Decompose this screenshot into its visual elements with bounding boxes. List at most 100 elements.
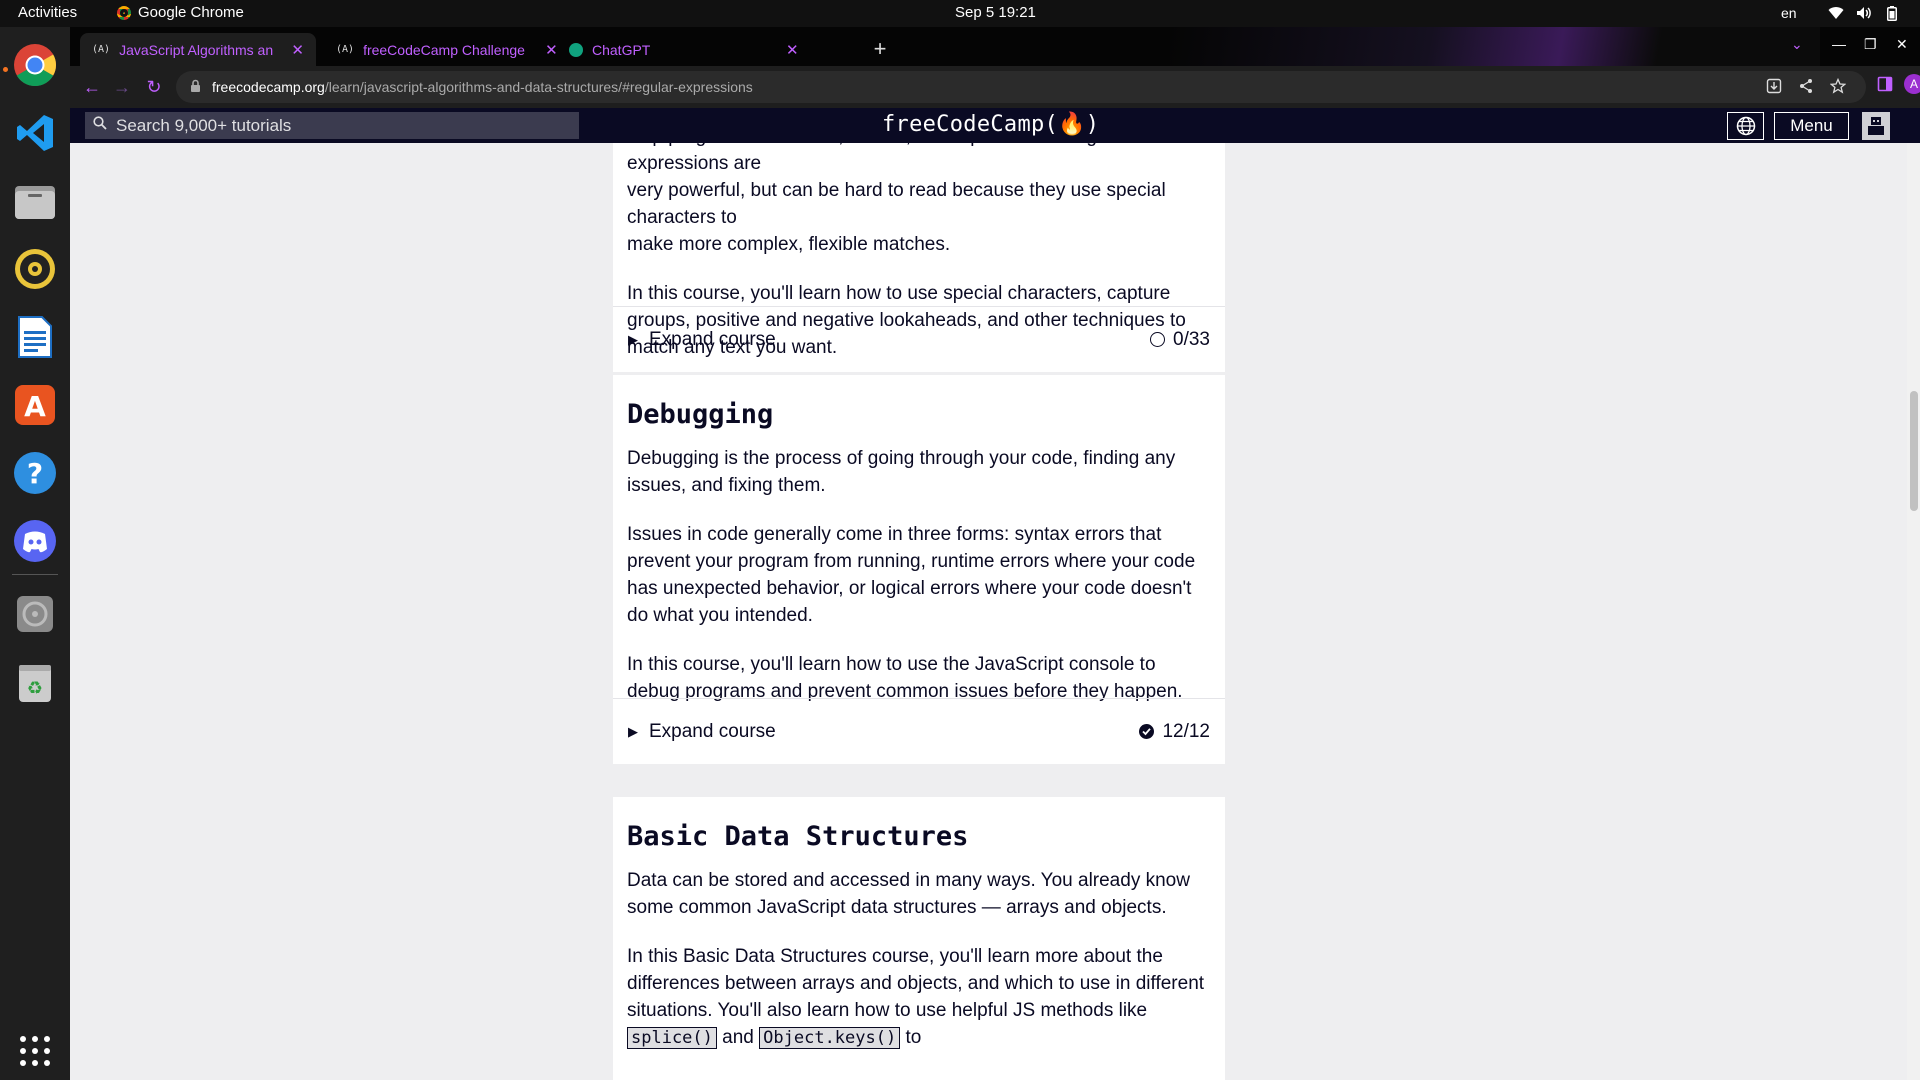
url-path: /learn/javascript-algorithms-and-data-st… [324,79,753,95]
activities-button[interactable]: Activities [18,4,77,21]
volume-icon [1856,5,1872,21]
progress-count: 0/33 [1173,329,1210,350]
app-name-label: Google Chrome [138,4,244,21]
data-structures-desc-1: Data can be stored and accessed in many … [627,870,1190,918]
fcc-search-bar[interactable]: Search 9,000+ tutorials [85,112,579,139]
fcc-logo[interactable]: freeCodeCamp(🔥) [882,112,1099,137]
new-tab-button[interactable]: + [867,37,893,63]
app-menu[interactable]: Google Chrome [117,4,244,21]
help-icon[interactable]: ? [11,449,59,497]
share-icon[interactable] [1798,78,1814,99]
regex-desc-line2: very powerful, but can be hard to read b… [627,180,1166,228]
browser-toolbar: ← → ↻ freecodecamp.org/learn/javascript-… [70,66,1920,108]
debugging-desc-1: Debugging is the process of going throug… [627,448,1176,496]
tab-chatgpt[interactable]: ChatGPT ✕ [557,33,865,66]
disk-icon[interactable] [11,590,59,638]
search-input[interactable]: Search 9,000+ tutorials [116,116,291,136]
system-top-bar: Activities Google Chrome Sep 5 19:21 en [0,0,1920,27]
maximize-icon[interactable]: ❐ [1864,36,1877,53]
fcc-navbar: Search 9,000+ tutorials freeCodeCamp(🔥) … [70,108,1920,143]
course-block-debugging: Debugging Debugging is the process of go… [613,375,1225,764]
language-globe-button[interactable] [1727,112,1764,140]
regex-desc-line3: make more complex, flexible matches. [627,234,951,255]
side-panel-icon[interactable] [1877,76,1893,97]
chrome-small-icon [117,5,131,20]
software-icon[interactable]: A [11,381,59,429]
svg-text:♻: ♻ [27,678,43,699]
expand-course-regex[interactable]: ▶ Expand course 0/33 [613,306,1225,372]
search-icon [93,116,107,135]
tab-close-icon[interactable]: ✕ [291,41,304,59]
omnibox-actions [1766,77,1847,99]
course-title-basic-data-structures[interactable]: Basic Data Structures [613,797,1225,850]
chatgpt-favicon-icon [569,42,583,57]
discord-icon[interactable] [11,517,59,565]
expand-label: Expand course [649,721,776,742]
fcc-favicon-icon: (A) [336,44,355,55]
tab-title: freeCodeCamp Challenge [363,41,525,58]
globe-icon [1736,116,1755,136]
minimize-icon[interactable]: — [1832,36,1846,52]
wifi-icon [1828,5,1844,21]
progress-count: 12/12 [1162,721,1210,742]
svg-text:A: A [24,390,46,423]
clock[interactable]: Sep 5 19:21 [955,4,1036,21]
rhythmbox-icon[interactable] [11,245,59,293]
tab-title: JavaScript Algorithms an [119,41,274,58]
trash-icon[interactable]: ♻ [11,658,59,706]
profile-avatar[interactable]: A [1904,74,1920,94]
data-structures-desc-2-text: In this Basic Data Structures course, yo… [627,946,1205,1021]
chrome-window: (A) JavaScript Algorithms an ✕ (A) freeC… [70,27,1920,1080]
tab-strip: (A) JavaScript Algorithms an ✕ (A) freeC… [70,27,1920,66]
and-text: and [722,1027,754,1048]
incomplete-circle-icon [1150,332,1166,347]
code-object-keys: Object.keys() [759,1027,901,1049]
close-window-icon[interactable]: ✕ [1896,36,1908,53]
course-block-basic-data-structures: Basic Data Structures Data can be stored… [613,797,1225,1080]
data-structures-desc-2: In this Basic Data Structures course, yo… [613,943,1225,1052]
to-text: to [905,1027,922,1048]
battery-icon [1884,5,1900,21]
scrollbar-thumb[interactable] [1910,391,1918,511]
user-avatar-button[interactable] [1862,112,1890,140]
reload-icon[interactable]: ↻ [142,75,166,99]
system-tray[interactable] [1828,5,1900,21]
regex-desc-line1: help programmers match, search, and repl… [627,143,1129,174]
bookmark-star-icon[interactable] [1829,77,1847,99]
back-icon[interactable]: ← [80,75,104,99]
expand-label: Expand course [649,329,776,350]
files-icon[interactable] [11,177,59,225]
lock-icon[interactable] [190,79,201,98]
vscode-icon[interactable] [11,109,59,157]
curriculum-page: help programmers match, search, and repl… [70,143,1920,1080]
expand-course-debugging[interactable]: ▶ Expand course 12/12 [613,698,1225,764]
tabstrip-theme-decoration [1170,27,1820,66]
profile-initial: A [1904,74,1920,94]
dock-separator [12,574,58,575]
code-splice: splice() [627,1027,717,1049]
debugging-desc-3: In this course, you'll learn how to use … [627,654,1183,702]
menu-button[interactable]: Menu [1774,112,1849,140]
page-scrollbar[interactable] [1907,143,1920,1080]
application-dock: A ? ♻ [0,27,70,1080]
fcc-favicon-icon: (A) [92,44,111,55]
triangle-right-icon: ▶ [628,724,638,739]
url-host: freecodecamp.org [212,79,325,95]
forward-icon[interactable]: → [110,75,134,99]
tab-search-icon[interactable]: ⌄ [1791,36,1803,53]
check-circle-icon [1139,724,1155,739]
user-avatar-icon [1868,117,1884,135]
language-indicator[interactable]: en [1781,5,1797,21]
address-bar[interactable]: freecodecamp.org/learn/javascript-algori… [176,71,1866,103]
chrome-icon[interactable] [11,41,59,89]
progress-indicator: 12/12 [1139,718,1210,745]
tab-close-icon[interactable]: ✕ [545,41,558,59]
writer-icon[interactable] [11,313,59,361]
app-grid-icon[interactable] [11,1027,59,1075]
tab-close-icon[interactable]: ✕ [786,41,799,59]
tab-title: ChatGPT [592,41,651,58]
tab-javascript-algorithms[interactable]: (A) JavaScript Algorithms an ✕ [80,33,316,66]
course-title-debugging[interactable]: Debugging [613,375,1225,428]
install-app-icon[interactable] [1766,78,1782,99]
url-text[interactable]: freecodecamp.org/learn/javascript-algori… [212,79,753,95]
